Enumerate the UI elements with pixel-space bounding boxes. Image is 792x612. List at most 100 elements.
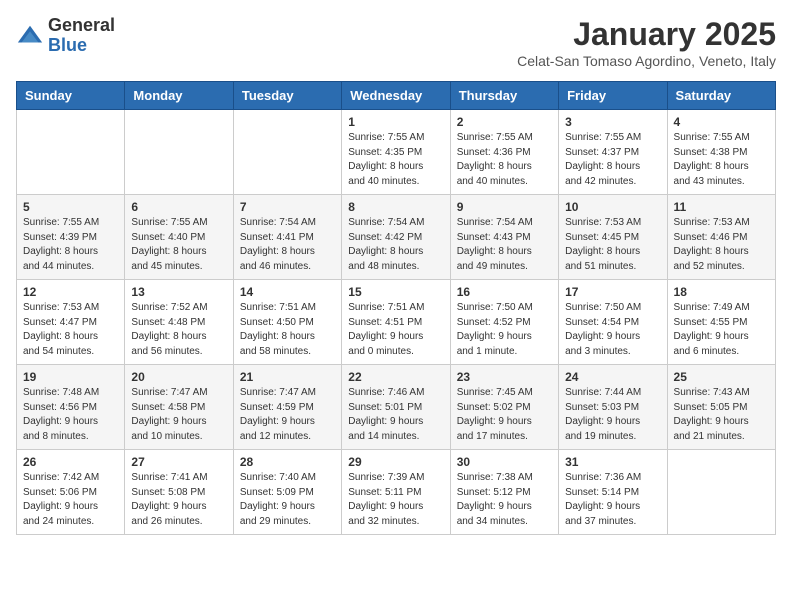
calendar-cell: 12 Sunrise: 7:53 AM Sunset: 4:47 PM Dayli… [17,280,125,365]
calendar-cell: 16 Sunrise: 7:50 AM Sunset: 4:52 PM Dayli… [450,280,558,365]
calendar-cell: 23 Sunrise: 7:45 AM Sunset: 5:02 PM Dayli… [450,365,558,450]
day-number: 22 [348,370,443,384]
day-info: Sunrise: 7:50 AM Sunset: 4:54 PM Dayligh… [565,301,660,359]
logo: General Blue [16,16,115,56]
day-number: 18 [674,285,769,299]
calendar-cell: 2Sunrise: 7:55 AM Sunset: 4:36 PM Daylig… [450,110,558,195]
day-number: 25 [674,370,769,384]
day-info: Sunrise: 7:43 AM Sunset: 5:05 PM Dayligh… [674,386,769,444]
day-number: 28 [240,455,335,469]
day-number: 12 [23,285,118,299]
calendar-cell: 29 Sunrise: 7:39 AM Sunset: 5:11 PM Dayli… [342,450,450,535]
day-number: 15 [348,285,443,299]
day-info: Sunrise: 7:51 AM Sunset: 4:50 PM Dayligh… [240,301,335,359]
weekday-header: Friday [559,82,667,110]
weekday-header-row: SundayMondayTuesdayWednesdayThursdayFrid… [17,82,776,110]
day-info: Sunrise: 7:45 AM Sunset: 5:02 PM Dayligh… [457,386,552,444]
day-info: Sunrise: 7:55 AM Sunset: 4:37 PM Dayligh… [565,131,660,189]
location: Celat-San Tomaso Agordino, Veneto, Italy [517,53,776,69]
day-number: 3 [565,115,660,129]
calendar-cell [233,110,341,195]
calendar-cell: 7 Sunrise: 7:54 AM Sunset: 4:41 PM Daylig… [233,195,341,280]
calendar-cell: 3 Sunrise: 7:55 AM Sunset: 4:37 PM Daylig… [559,110,667,195]
day-number: 10 [565,200,660,214]
day-number: 17 [565,285,660,299]
calendar-cell: 25 Sunrise: 7:43 AM Sunset: 5:05 PM Dayli… [667,365,775,450]
calendar-cell: 28 Sunrise: 7:40 AM Sunset: 5:09 PM Dayli… [233,450,341,535]
calendar-week-row: 19Sunrise: 7:48 AM Sunset: 4:56 PM Dayli… [17,365,776,450]
calendar-cell: 13Sunrise: 7:52 AM Sunset: 4:48 PM Dayli… [125,280,233,365]
day-number: 1 [348,115,443,129]
day-info: Sunrise: 7:41 AM Sunset: 5:08 PM Dayligh… [131,471,226,529]
day-info: Sunrise: 7:39 AM Sunset: 5:11 PM Dayligh… [348,471,443,529]
day-info: Sunrise: 7:53 AM Sunset: 4:46 PM Dayligh… [674,216,769,274]
calendar-cell: 22 Sunrise: 7:46 AM Sunset: 5:01 PM Dayli… [342,365,450,450]
weekday-header: Tuesday [233,82,341,110]
day-info: Sunrise: 7:42 AM Sunset: 5:06 PM Dayligh… [23,471,118,529]
calendar-cell: 6 Sunrise: 7:55 AM Sunset: 4:40 PM Daylig… [125,195,233,280]
calendar-week-row: 5 Sunrise: 7:55 AM Sunset: 4:39 PM Daylig… [17,195,776,280]
calendar-week-row: 1 Sunrise: 7:55 AM Sunset: 4:35 PM Daylig… [17,110,776,195]
day-number: 2 [457,115,552,129]
calendar-cell: 8Sunrise: 7:54 AM Sunset: 4:42 PM Daylig… [342,195,450,280]
calendar-week-row: 26 Sunrise: 7:42 AM Sunset: 5:06 PM Dayli… [17,450,776,535]
day-number: 21 [240,370,335,384]
title-block: January 2025 Celat-San Tomaso Agordino, … [517,16,776,69]
logo-blue-text: Blue [48,36,115,56]
day-info: Sunrise: 7:53 AM Sunset: 4:45 PM Dayligh… [565,216,660,274]
calendar-cell [667,450,775,535]
day-info: Sunrise: 7:55 AM Sunset: 4:35 PM Dayligh… [348,131,443,189]
day-info: Sunrise: 7:55 AM Sunset: 4:39 PM Dayligh… [23,216,118,274]
calendar-cell: 9Sunrise: 7:54 AM Sunset: 4:43 PM Daylig… [450,195,558,280]
logo-general-text: General [48,16,115,36]
day-number: 29 [348,455,443,469]
day-number: 23 [457,370,552,384]
calendar-cell: 26 Sunrise: 7:42 AM Sunset: 5:06 PM Dayli… [17,450,125,535]
calendar-cell: 1 Sunrise: 7:55 AM Sunset: 4:35 PM Daylig… [342,110,450,195]
calendar-cell: 31Sunrise: 7:36 AM Sunset: 5:14 PM Dayli… [559,450,667,535]
day-info: Sunrise: 7:51 AM Sunset: 4:51 PM Dayligh… [348,301,443,359]
page-header: General Blue January 2025 Celat-San Toma… [16,16,776,69]
day-info: Sunrise: 7:40 AM Sunset: 5:09 PM Dayligh… [240,471,335,529]
day-info: Sunrise: 7:47 AM Sunset: 4:59 PM Dayligh… [240,386,335,444]
day-number: 6 [131,200,226,214]
day-info: Sunrise: 7:55 AM Sunset: 4:38 PM Dayligh… [674,131,769,189]
calendar-cell: 11 Sunrise: 7:53 AM Sunset: 4:46 PM Dayli… [667,195,775,280]
calendar-cell: 18Sunrise: 7:49 AM Sunset: 4:55 PM Dayli… [667,280,775,365]
calendar-cell: 21 Sunrise: 7:47 AM Sunset: 4:59 PM Dayli… [233,365,341,450]
day-number: 26 [23,455,118,469]
day-number: 30 [457,455,552,469]
day-info: Sunrise: 7:54 AM Sunset: 4:43 PM Dayligh… [457,216,552,274]
day-number: 19 [23,370,118,384]
day-info: Sunrise: 7:54 AM Sunset: 4:41 PM Dayligh… [240,216,335,274]
day-info: Sunrise: 7:50 AM Sunset: 4:52 PM Dayligh… [457,301,552,359]
day-number: 11 [674,200,769,214]
day-info: Sunrise: 7:55 AM Sunset: 4:40 PM Dayligh… [131,216,226,274]
day-number: 27 [131,455,226,469]
calendar-cell [17,110,125,195]
day-number: 5 [23,200,118,214]
day-number: 14 [240,285,335,299]
day-number: 31 [565,455,660,469]
calendar-week-row: 12 Sunrise: 7:53 AM Sunset: 4:47 PM Dayli… [17,280,776,365]
day-info: Sunrise: 7:38 AM Sunset: 5:12 PM Dayligh… [457,471,552,529]
calendar-cell: 14 Sunrise: 7:51 AM Sunset: 4:50 PM Dayli… [233,280,341,365]
day-info: Sunrise: 7:53 AM Sunset: 4:47 PM Dayligh… [23,301,118,359]
day-info: Sunrise: 7:46 AM Sunset: 5:01 PM Dayligh… [348,386,443,444]
calendar-cell: 10 Sunrise: 7:53 AM Sunset: 4:45 PM Dayli… [559,195,667,280]
day-number: 16 [457,285,552,299]
day-info: Sunrise: 7:47 AM Sunset: 4:58 PM Dayligh… [131,386,226,444]
weekday-header: Sunday [17,82,125,110]
logo-icon [16,22,44,50]
calendar-cell: 20 Sunrise: 7:47 AM Sunset: 4:58 PM Dayli… [125,365,233,450]
calendar-cell: 15 Sunrise: 7:51 AM Sunset: 4:51 PM Dayli… [342,280,450,365]
day-number: 7 [240,200,335,214]
weekday-header: Thursday [450,82,558,110]
calendar-table: SundayMondayTuesdayWednesdayThursdayFrid… [16,81,776,535]
month-year: January 2025 [517,16,776,53]
calendar-cell: 4Sunrise: 7:55 AM Sunset: 4:38 PM Daylig… [667,110,775,195]
day-number: 20 [131,370,226,384]
calendar-cell: 30 Sunrise: 7:38 AM Sunset: 5:12 PM Dayli… [450,450,558,535]
day-info: Sunrise: 7:54 AM Sunset: 4:42 PM Dayligh… [348,216,443,274]
weekday-header: Monday [125,82,233,110]
